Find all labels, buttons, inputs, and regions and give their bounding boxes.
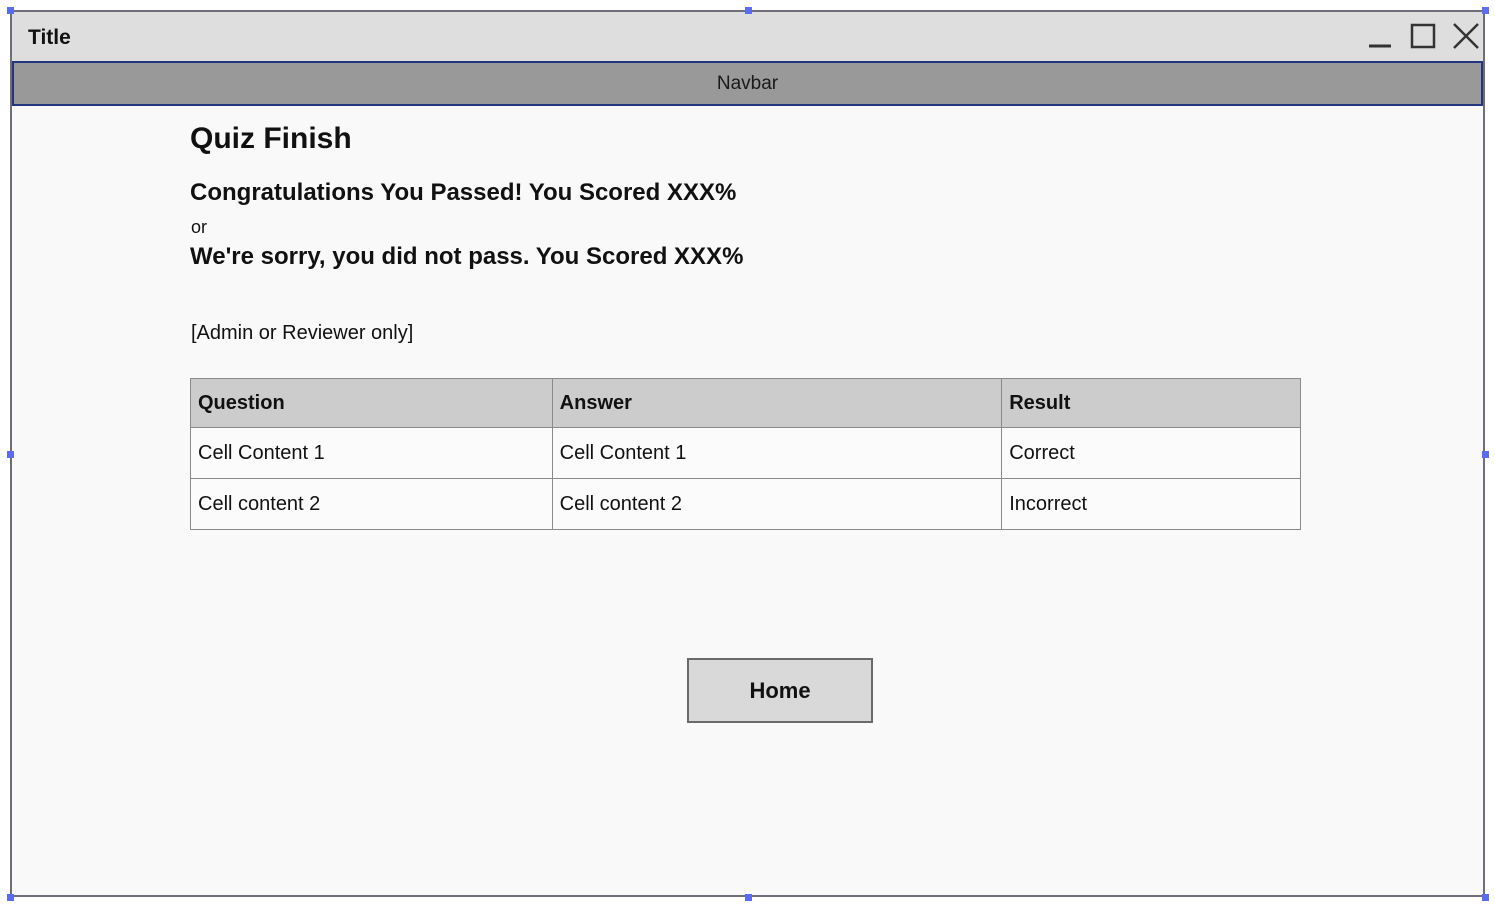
resize-handle-top[interactable] bbox=[745, 7, 752, 14]
table-row: Cell Content 1 Cell Content 1 Correct bbox=[190, 427, 1301, 479]
minimize-icon[interactable] bbox=[1366, 22, 1394, 50]
pass-message: Congratulations You Passed! You Scored X… bbox=[190, 179, 737, 206]
question-cell: Cell content 2 bbox=[190, 478, 553, 530]
column-header-result: Result bbox=[1001, 378, 1301, 428]
canvas: Title Navbar Quiz Finish Congratulations… bbox=[0, 0, 1495, 907]
answer-cell: Cell content 2 bbox=[551, 478, 1003, 530]
table-row: Cell content 2 Cell content 2 Incorrect bbox=[190, 478, 1301, 530]
result-cell: Incorrect bbox=[1001, 478, 1301, 530]
maximize-icon[interactable] bbox=[1409, 22, 1437, 50]
close-icon[interactable] bbox=[1452, 22, 1480, 50]
answer-cell: Cell Content 1 bbox=[551, 427, 1003, 479]
resize-handle-bottom-left[interactable] bbox=[7, 894, 14, 901]
resize-handle-bottom-right[interactable] bbox=[1482, 894, 1489, 901]
resize-handle-left[interactable] bbox=[7, 451, 14, 458]
resize-handle-bottom[interactable] bbox=[745, 894, 752, 901]
resize-handle-right[interactable] bbox=[1482, 451, 1489, 458]
app-window: Title Navbar Quiz Finish Congratulations… bbox=[10, 10, 1485, 897]
column-header-question: Question bbox=[190, 378, 553, 428]
title-bar: Title bbox=[12, 12, 1483, 62]
resize-handle-top-left[interactable] bbox=[7, 7, 14, 14]
navbar[interactable]: Navbar bbox=[12, 61, 1483, 106]
window-title: Title bbox=[28, 26, 71, 49]
question-cell: Cell Content 1 bbox=[190, 427, 553, 479]
table-header-row: Question Answer Result bbox=[190, 378, 1301, 428]
results-table: Question Answer Result Cell Content 1 Ce… bbox=[190, 378, 1301, 530]
page-title: Quiz Finish bbox=[190, 122, 352, 155]
fail-message: We're sorry, you did not pass. You Score… bbox=[190, 243, 744, 270]
resize-handle-top-right[interactable] bbox=[1482, 7, 1489, 14]
or-separator: or bbox=[191, 217, 208, 237]
home-button[interactable]: Home bbox=[687, 658, 873, 723]
admin-note: [Admin or Reviewer only] bbox=[191, 322, 414, 344]
result-cell: Correct bbox=[1001, 427, 1301, 479]
column-header-answer: Answer bbox=[551, 378, 1003, 428]
